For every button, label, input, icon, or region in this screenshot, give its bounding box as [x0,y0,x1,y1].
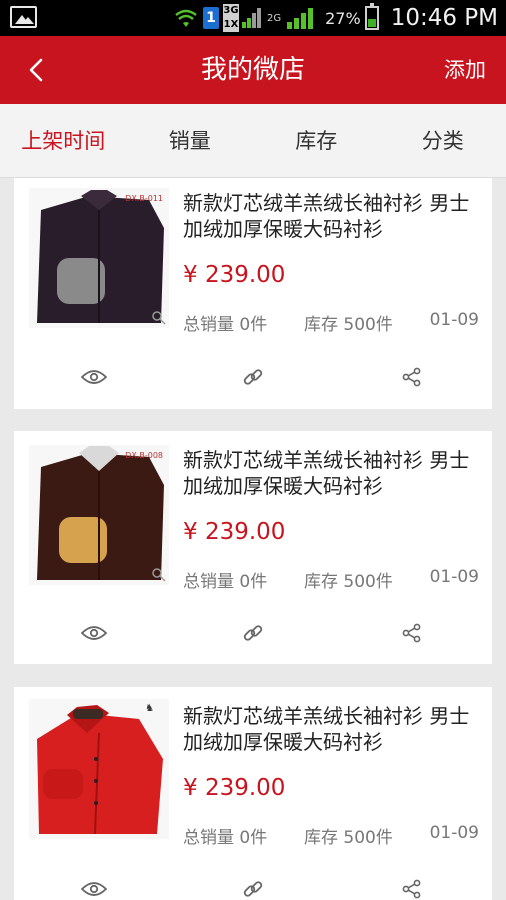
network-3g-label: 3G [223,4,239,18]
status-bar: 1 3G 1X 2G 27% 10:46 PM [0,0,506,36]
product-image[interactable]: ♞ [29,699,169,839]
tab-stock[interactable]: 库存 [253,104,380,177]
preview-button[interactable] [14,361,173,393]
product-name: 新款灯芯绒羊羔绒长袖衬衫 男士加绒加厚保暖大码衬衫 [183,191,470,241]
image-tag: DX.B-011 [125,194,163,203]
network-type-icon: 3G 1X [223,4,263,32]
tab-listing-time[interactable]: 上架时间 [0,104,127,177]
eye-icon [80,626,107,640]
product-card[interactable]: DX.B-011 新款灯芯绒羊羔绒长袖衬衫 男士加绒加厚保暖大码衬衫 ¥ 239… [14,178,492,409]
network-1x-label: 1X [223,18,239,32]
wifi-icon [175,9,197,27]
preview-button[interactable] [14,617,173,649]
sort-tab-bar: 上架时间 销量 库存 分类 [0,104,506,178]
add-button[interactable]: 添加 [444,36,486,104]
app-header: 我的微店 添加 [0,36,506,104]
share-icon [402,623,421,643]
preview-button[interactable] [14,873,173,900]
tab-category[interactable]: 分类 [380,104,506,177]
product-image[interactable]: DX.B-011 [29,188,169,328]
listing-date: 01-09 [429,310,479,330]
copy-link-button[interactable] [173,873,332,900]
product-price: ¥ 239.00 [183,519,286,545]
network-2g-label: 2G [267,12,282,24]
copy-link-button[interactable] [173,617,332,649]
product-list[interactable]: DX.B-011 新款灯芯绒羊羔绒长袖衬衫 男士加绒加厚保暖大码衬衫 ¥ 239… [0,178,506,900]
share-button[interactable] [333,361,492,393]
link-icon [243,369,263,385]
total-sales: 总销量 0件 [183,828,268,848]
signal-strength-icon [287,8,314,29]
listing-date: 01-09 [429,567,479,587]
share-button[interactable] [333,873,492,900]
product-meta: 总销量 0件 库存 500件 01-09 [183,310,479,335]
sim-icon: 1 [203,7,219,29]
stock-count: 库存 500件 [303,315,393,335]
product-actions [14,873,492,900]
gallery-notification-icon [10,6,37,28]
eye-icon [80,370,107,384]
product-name: 新款灯芯绒羊羔绒长袖衬衫 男士加绒加厚保暖大码衬衫 [183,704,470,754]
image-tag: DX.B-008 [125,451,163,460]
copy-link-button[interactable] [173,361,332,393]
product-actions [14,617,492,649]
link-icon [243,625,263,641]
battery-icon [364,3,379,30]
product-price: ¥ 239.00 [183,775,286,801]
product-image[interactable]: DX.B-008 [29,445,169,585]
product-price: ¥ 239.00 [183,262,286,288]
total-sales: 总销量 0件 [183,572,268,592]
share-icon [402,367,421,387]
product-actions [14,361,492,393]
status-indicators: 1 3G 1X 2G 27% 10:46 PM [173,0,498,36]
share-button[interactable] [333,617,492,649]
clock: 10:46 PM [390,5,498,31]
page-title: 我的微店 [200,55,305,85]
stock-count: 库存 500件 [303,572,393,592]
stock-count: 库存 500件 [303,828,393,848]
share-icon [402,879,421,899]
product-meta: 总销量 0件 库存 500件 01-09 [183,567,479,592]
signal-bars-icon [242,8,261,28]
product-card[interactable]: ♞ 新款灯芯绒羊羔绒长袖衬衫 男士加绒加厚保暖大码衬衫 ¥ 239.00 总销量… [14,687,492,900]
tab-sales[interactable]: 销量 [127,104,254,177]
total-sales: 总销量 0件 [183,315,268,335]
battery-percent: 27% [325,8,361,28]
product-card[interactable]: DX.B-008 新款灯芯绒羊羔绒长袖衬衫 男士加绒加厚保暖大码衬衫 ¥ 239… [14,431,492,664]
link-icon [243,881,263,897]
listing-date: 01-09 [429,823,479,843]
brand-logo: ♞ [145,703,154,714]
product-name: 新款灯芯绒羊羔绒长袖衬衫 男士加绒加厚保暖大码衬衫 [183,448,470,498]
product-meta: 总销量 0件 库存 500件 01-09 [183,823,479,848]
eye-icon [80,882,107,896]
